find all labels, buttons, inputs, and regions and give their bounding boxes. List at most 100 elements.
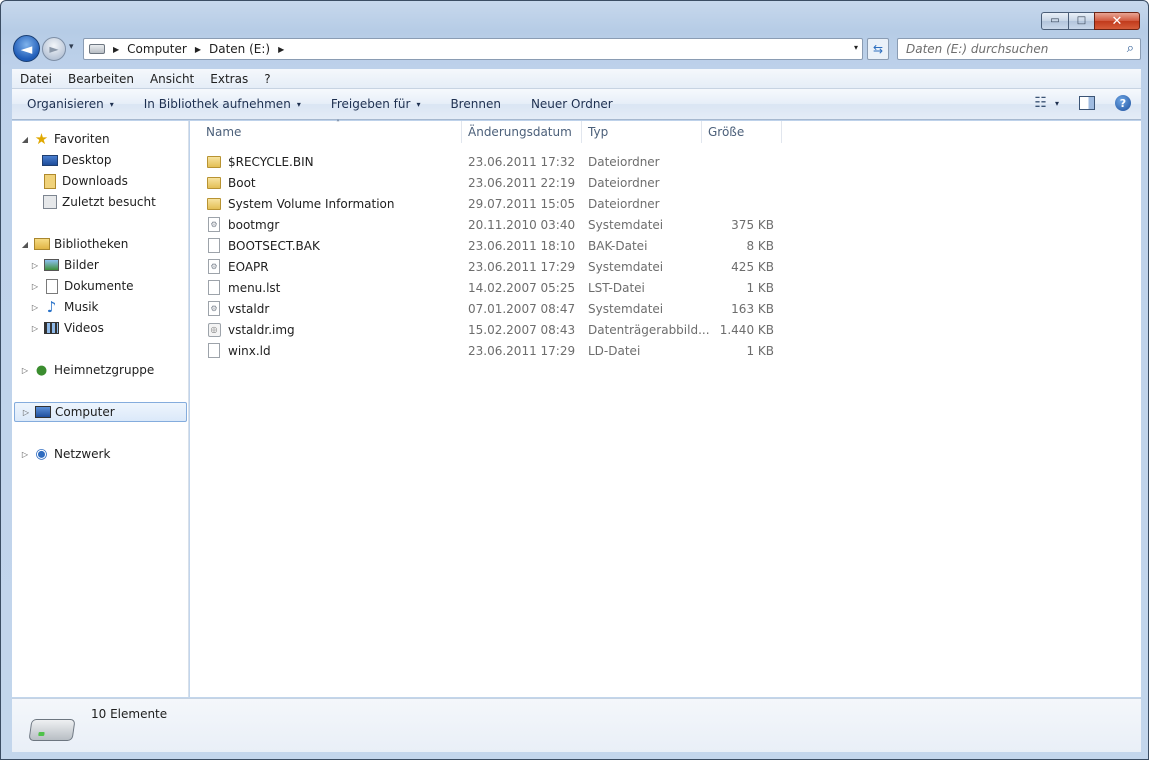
address-bar[interactable]: ▶ Computer ▶ Daten (E:) ▶ ▾	[83, 38, 863, 60]
file-type: LD-Datei	[588, 343, 641, 358]
burn-button[interactable]: Brennen	[435, 97, 515, 111]
column-header-name[interactable]: Name ˄	[200, 119, 462, 143]
breadcrumb-computer[interactable]: Computer	[127, 42, 187, 56]
collapsed-arrow-icon[interactable]: ▷	[30, 261, 40, 270]
file-row[interactable]: System Volume Information 29.07.2011 15:…	[206, 193, 776, 214]
sidebar-item-music[interactable]: ▷ ♪ Musik	[30, 297, 99, 317]
search-icon[interactable]: ⌕	[1127, 41, 1134, 56]
sidebar-item-pictures[interactable]: ▷ Bilder	[30, 255, 99, 275]
breadcrumb-separator-icon[interactable]: ▶	[195, 45, 201, 54]
close-button[interactable]: ✕	[1094, 12, 1140, 30]
breadcrumb-separator-icon[interactable]: ▶	[113, 45, 119, 54]
collapsed-arrow-icon[interactable]: ▷	[21, 408, 31, 417]
share-label: Freigeben für	[330, 97, 411, 111]
sidebar-item-libraries[interactable]: ◢ Bibliotheken	[20, 234, 128, 254]
file-date: 20.11.2010 03:40	[468, 217, 576, 232]
sidebar-item-homegroup[interactable]: ▷ ● Heimnetzgruppe	[20, 360, 154, 380]
sidebar-item-recent-places[interactable]: Zuletzt besucht	[41, 192, 156, 212]
file-date: 07.01.2007 08:47	[468, 301, 576, 316]
details-pane: 10 Elemente	[12, 698, 1141, 752]
sidebar-item-label: Heimnetzgruppe	[54, 363, 155, 377]
collapsed-arrow-icon[interactable]: ▷	[20, 450, 30, 459]
caption-buttons: ▭ □ ✕	[1041, 12, 1140, 30]
file-date: 23.06.2011 17:29	[468, 259, 576, 274]
menu-bar: Datei Bearbeiten Ansicht Extras ?	[12, 69, 1141, 89]
collapsed-arrow-icon[interactable]: ▷	[30, 303, 40, 312]
new-folder-button[interactable]: Neuer Ordner	[516, 97, 628, 111]
file-icon	[206, 280, 222, 296]
file-name: vstaldr.img	[228, 322, 295, 337]
file-row[interactable]: menu.lst 14.02.2007 05:25 LST-Datei 1 KB	[206, 277, 776, 298]
include-library-label: In Bibliothek aufnehmen	[143, 97, 291, 111]
refresh-button[interactable]: ⇆	[867, 38, 889, 60]
menu-help[interactable]: ?	[256, 72, 278, 86]
file-row[interactable]: ◎ vstaldr.img 15.02.2007 08:43 Datenträg…	[206, 319, 776, 340]
organize-button[interactable]: Organisieren ▾	[12, 97, 129, 111]
sidebar-item-computer[interactable]: ▷ Computer	[14, 402, 187, 422]
column-header-type[interactable]: Typ	[582, 121, 702, 143]
file-type: Systemdatei	[588, 301, 664, 316]
file-row[interactable]: BOOTSECT.BAK 23.06.2011 18:10 BAK-Datei …	[206, 235, 776, 256]
file-type: Datenträgerabbild...	[588, 322, 710, 337]
sidebar-item-desktop[interactable]: Desktop	[41, 150, 112, 170]
sidebar-item-documents[interactable]: ▷ Dokumente	[30, 276, 134, 296]
back-button[interactable]: ◄	[13, 35, 40, 62]
system-file-icon: ⚙	[206, 301, 222, 317]
view-options-dropdown-icon[interactable]: ▾	[1055, 99, 1059, 108]
expanded-arrow-icon[interactable]: ◢	[20, 240, 30, 249]
file-row[interactable]: $RECYCLE.BIN 23.06.2011 17:32 Dateiordne…	[206, 151, 776, 172]
sidebar-item-favorites[interactable]: ◢ ★ Favoriten	[20, 129, 110, 149]
collapsed-arrow-icon[interactable]: ▷	[30, 282, 40, 291]
file-type: Dateiordner	[588, 154, 660, 169]
search-input[interactable]	[906, 39, 1116, 59]
file-type: Systemdatei	[588, 217, 664, 232]
menu-view[interactable]: Ansicht	[142, 72, 202, 86]
address-dropdown-icon[interactable]: ▾	[854, 43, 858, 52]
file-date: 23.06.2011 22:19	[468, 175, 576, 190]
expanded-arrow-icon[interactable]: ◢	[20, 135, 30, 144]
sidebar-item-downloads[interactable]: Downloads	[41, 171, 128, 191]
minimize-button[interactable]: ▭	[1041, 12, 1068, 30]
file-row[interactable]: ⚙ vstaldr 07.01.2007 08:47 Systemdatei 1…	[206, 298, 776, 319]
column-header-label: Größe	[708, 125, 745, 139]
file-date: 15.02.2007 08:43	[468, 322, 576, 337]
file-size: 8 KB	[746, 238, 774, 253]
file-list: Name ˄ Änderungsdatum Typ Größe $RECYCLE…	[190, 119, 1141, 697]
sidebar-item-videos[interactable]: ▷ Videos	[30, 318, 104, 338]
folder-icon	[206, 175, 222, 191]
file-row[interactable]: winx.ld 23.06.2011 17:29 LD-Datei 1 KB	[206, 340, 776, 361]
menu-tools[interactable]: Extras	[202, 72, 256, 86]
collapsed-arrow-icon[interactable]: ▷	[30, 324, 40, 333]
file-name: vstaldr	[228, 301, 270, 316]
menu-edit[interactable]: Bearbeiten	[60, 72, 142, 86]
file-date: 23.06.2011 18:10	[468, 238, 576, 253]
preview-pane-icon[interactable]	[1079, 96, 1095, 110]
file-name: BOOTSECT.BAK	[228, 238, 320, 253]
breadcrumb-separator-icon[interactable]: ▶	[278, 45, 284, 54]
sidebar-item-network[interactable]: ▷ ◉ Netzwerk	[20, 444, 111, 464]
column-header-size[interactable]: Größe	[702, 121, 782, 143]
column-headers: Name ˄ Änderungsdatum Typ Größe	[190, 119, 1141, 143]
file-row[interactable]: Boot 23.06.2011 22:19 Dateiordner	[206, 172, 776, 193]
change-view-icon[interactable]: ☷	[1034, 95, 1047, 111]
file-row[interactable]: ⚙ bootmgr 20.11.2010 03:40 Systemdatei 3…	[206, 214, 776, 235]
pictures-icon	[43, 257, 60, 273]
file-name: $RECYCLE.BIN	[228, 154, 314, 169]
sidebar-item-label: Dokumente	[64, 279, 134, 293]
menu-file[interactable]: Datei	[12, 72, 60, 86]
collapsed-arrow-icon[interactable]: ▷	[20, 366, 30, 375]
sort-ascending-icon: ˄	[336, 119, 340, 128]
share-with-button[interactable]: Freigeben für ▾	[316, 97, 436, 111]
include-in-library-button[interactable]: In Bibliothek aufnehmen ▾	[129, 97, 316, 111]
forward-button[interactable]: ►	[42, 37, 66, 61]
breadcrumb-drive[interactable]: Daten (E:)	[209, 42, 270, 56]
help-icon[interactable]: ?	[1115, 95, 1131, 111]
maximize-button[interactable]: □	[1068, 12, 1094, 30]
column-header-label: Name	[206, 125, 242, 139]
file-row[interactable]: ⚙ EOAPR 23.06.2011 17:29 Systemdatei 425…	[206, 256, 776, 277]
recent-pages-button[interactable]: ▾	[69, 42, 74, 52]
refresh-icon: ⇆	[872, 42, 884, 56]
computer-icon	[34, 404, 51, 420]
file-icon	[206, 238, 222, 254]
column-header-date[interactable]: Änderungsdatum	[462, 121, 582, 143]
